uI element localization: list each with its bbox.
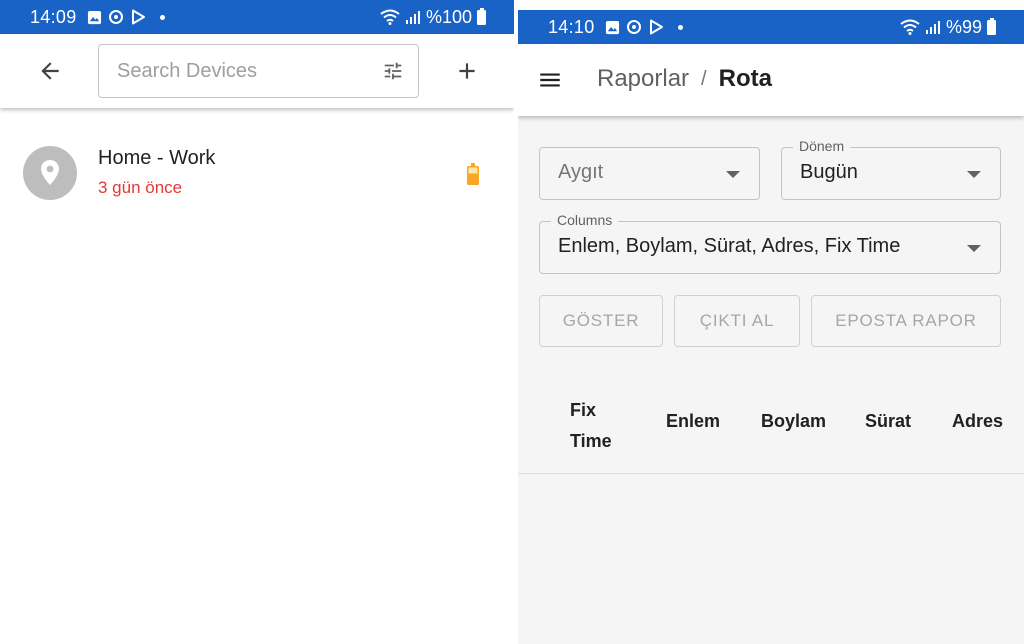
sync-icon [626, 20, 641, 34]
battery-icon [477, 7, 486, 25]
device-select[interactable]: Aygıt [539, 147, 760, 200]
columns-select[interactable]: Columns Enlem, Boylam, Sürat, Adres, Fix… [539, 212, 1001, 274]
battery-percent: %100 [425, 6, 472, 27]
page-title: Rota [718, 65, 772, 92]
device-list-item[interactable]: Home - Work 3 gün önce [0, 130, 514, 216]
gallery-icon [605, 20, 619, 34]
plus-icon [459, 63, 475, 79]
device-last-seen: 3 gün önce [98, 178, 183, 197]
map-pin-icon [41, 160, 59, 185]
add-device-button[interactable] [443, 47, 491, 95]
columns-value: Enlem, Boylam, Sürat, Adres, Fix Time [558, 235, 901, 257]
column-header-address: Adres [952, 411, 1004, 431]
export-button[interactable]: ÇIKTI AL [674, 295, 800, 347]
sync-icon [108, 10, 123, 24]
status-bar: 14:09 %100 [0, 0, 514, 34]
column-header-latitude: Enlem [666, 411, 721, 431]
device-avatar [23, 146, 77, 200]
arrow-left-icon [41, 62, 59, 80]
device-select-placeholder: Aygıt [558, 161, 604, 183]
column-header-longitude: Boylam [761, 411, 827, 431]
show-button[interactable]: GÖSTER [539, 295, 663, 347]
search-input[interactable] [117, 59, 382, 83]
top-app-bar [0, 34, 514, 108]
period-value: Bugün [800, 161, 858, 183]
period-select[interactable]: Dönem Bugün [781, 138, 1001, 200]
top-margin [518, 0, 1024, 10]
notification-icons [605, 19, 683, 35]
status-time: 14:10 [548, 16, 595, 37]
chevron-down-icon [967, 171, 981, 178]
columns-label: Columns [551, 212, 619, 228]
breadcrumb: Raporlar / Rota [597, 65, 772, 93]
notification-icons [87, 9, 165, 25]
status-bar: 14:10 %99 [518, 10, 1024, 44]
period-label: Dönem [793, 138, 851, 154]
device-name: Home - Work [98, 147, 216, 169]
breadcrumb-parent[interactable]: Raporlar [597, 65, 689, 93]
search-box [98, 44, 419, 98]
top-app-bar: Raporlar / Rota [518, 44, 1024, 116]
play-store-icon [131, 9, 145, 25]
column-header-fix-time: Fix Time [570, 400, 612, 451]
battery-indicator-icon [467, 163, 479, 185]
wifi-icon [900, 19, 920, 35]
wifi-icon [380, 9, 400, 25]
chevron-down-icon [967, 245, 981, 252]
notification-dot [677, 24, 683, 30]
notification-dot [159, 14, 165, 20]
email-report-button[interactable]: EPOSTA RAPOR [811, 295, 1001, 347]
battery-percent: %99 [945, 16, 982, 37]
tune-icon[interactable] [382, 59, 404, 83]
hamburger-menu-icon [540, 73, 560, 87]
status-time: 14:09 [30, 6, 77, 27]
system-icons: %99 [900, 17, 996, 38]
gallery-icon [87, 10, 101, 24]
signal-icon [405, 11, 420, 24]
column-header-speed: Sürat [865, 411, 912, 431]
breadcrumb-separator: / [701, 67, 707, 90]
back-button[interactable] [26, 47, 74, 95]
reports-screen: 14:10 %99 Raporlar / Rota Aygıt Dönem Bu… [518, 0, 1024, 644]
play-store-icon [649, 19, 663, 35]
chevron-down-icon [726, 171, 740, 178]
battery-icon [987, 17, 996, 35]
system-icons: %100 [380, 7, 486, 28]
signal-icon [925, 21, 940, 34]
menu-button[interactable] [526, 56, 574, 104]
table-header: Fix Time Enlem Boylam Sürat Adres [518, 382, 1024, 474]
devices-screen: 14:09 %100 Home - Work 3 gün [0, 0, 514, 644]
